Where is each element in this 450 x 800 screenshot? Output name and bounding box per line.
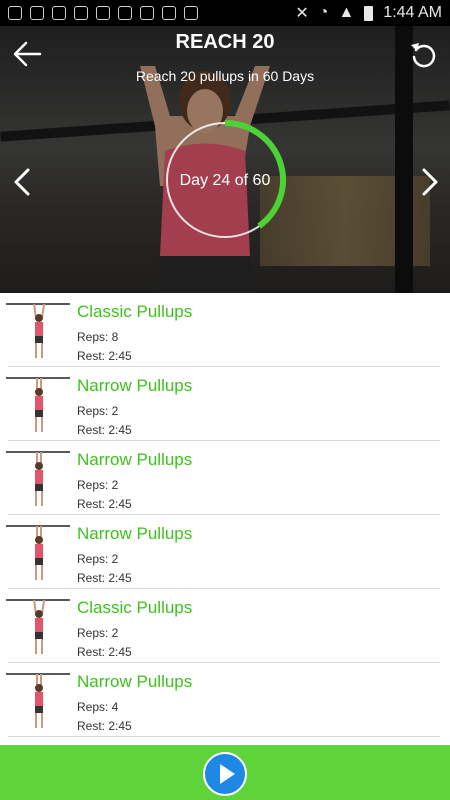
battery-icon [364, 5, 374, 21]
signal-icon: ▲ [338, 4, 355, 21]
exercise-name: Classic Pullups [77, 598, 193, 617]
reset-button[interactable] [408, 40, 438, 70]
exercise-rest: Rest: 2:45 [77, 571, 132, 585]
notification-icons [8, 6, 198, 20]
voicemail-icon [162, 6, 176, 20]
exercise-reps: Reps: 8 [77, 330, 119, 344]
wifi-icon: ◔ [318, 4, 329, 21]
exercise-reps: Reps: 2 [77, 404, 119, 418]
exercise-item[interactable]: Narrow Pullups Reps: 2 Rest: 2:45 [0, 515, 450, 589]
start-workout-button[interactable] [203, 752, 247, 796]
pullup-figure-icon [6, 377, 70, 432]
page-title: REACH 20 [175, 31, 275, 53]
wifi-notification-icon [74, 6, 88, 20]
exercise-item[interactable]: Narrow Pullups Reps: 2 Rest: 2:45 [0, 367, 450, 441]
exercise-reps: Reps: 2 [77, 478, 119, 492]
exercise-name: Narrow Pullups [77, 376, 193, 395]
status-time: 1:44 AM [383, 4, 442, 21]
list-divider [8, 736, 440, 737]
exercise-name: Narrow Pullups [77, 450, 193, 469]
pullup-figure-icon [6, 673, 70, 728]
exercise-rest: Rest: 2:45 [77, 349, 132, 363]
exercise-rest: Rest: 2:45 [77, 645, 132, 659]
exercise-item[interactable]: Narrow Pullups Reps: 2 Rest: 2:45 [0, 441, 450, 515]
exercise-item[interactable]: Classic Pullups Reps: 8 Rest: 2:45 [0, 293, 450, 367]
exercise-item[interactable]: Classic Pullups Reps: 2 Rest: 2:45 [0, 589, 450, 663]
mail-icon [52, 6, 66, 20]
pullup-figure-icon [6, 303, 70, 358]
pullup-figure-icon [6, 599, 70, 654]
exercise-reps: Reps: 2 [77, 552, 119, 566]
page-subtitle: Reach 20 pullups in 60 Days [135, 68, 315, 84]
chevron-left-icon [14, 168, 30, 196]
exercise-name: Narrow Pullups [77, 672, 193, 691]
cleaner-icon [118, 6, 132, 20]
image-icon [30, 6, 44, 20]
day-progress-label: Day 24 of 60 [179, 172, 271, 189]
exercise-name: Classic Pullups [77, 302, 193, 321]
calendar-icon [140, 6, 154, 20]
exercise-list: Classic Pullups Reps: 8 Rest: 2:45 Narro… [0, 293, 450, 737]
exercise-reps: Reps: 4 [77, 700, 119, 714]
exercise-name: Narrow Pullups [77, 524, 193, 543]
app-icon [96, 6, 110, 20]
chevron-right-icon [422, 168, 438, 196]
previous-day-button[interactable] [10, 166, 34, 198]
exercise-item[interactable]: Narrow Pullups Reps: 4 Rest: 2:45 [0, 663, 450, 737]
pullup-figure-icon [6, 451, 70, 506]
exercise-rest: Rest: 2:45 [77, 497, 132, 511]
next-day-button[interactable] [418, 166, 442, 198]
whatsapp-icon [8, 6, 22, 20]
exercise-reps: Reps: 2 [77, 626, 119, 640]
lock-icon [184, 6, 198, 20]
pullup-figure-icon [6, 525, 70, 580]
rotate-ccw-icon [411, 43, 436, 68]
exercise-rest: Rest: 2:45 [77, 423, 132, 437]
exercise-rest: Rest: 2:45 [77, 719, 132, 733]
play-icon [220, 764, 235, 784]
status-bar: ✕ ◔ ▲ 1:44 AM [0, 0, 450, 26]
mute-icon: ✕ [295, 5, 309, 22]
